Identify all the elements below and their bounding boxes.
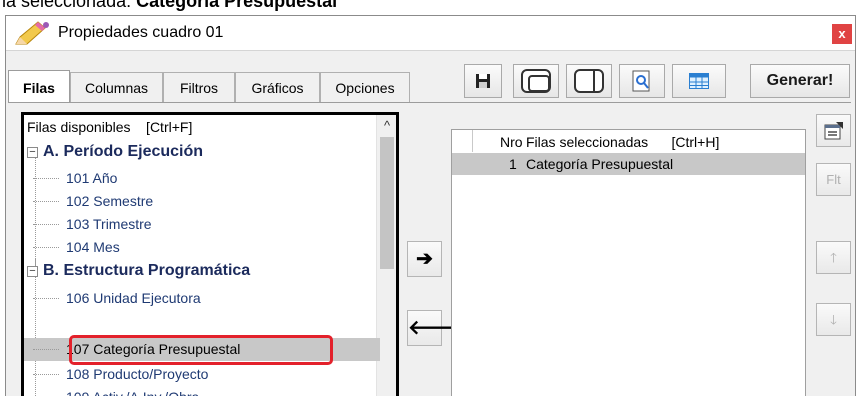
item-label: 104 Mes [66,239,120,255]
move-down-button[interactable]: 🡓 [816,303,851,336]
list-item[interactable]: 108 Producto/Proyecto [24,363,380,386]
available-rows-panel: Filas disponibles [Ctrl+F] ^ − A. Período… [21,112,399,396]
tab-graficos[interactable]: Gráficos [235,72,320,102]
row-nro: 1 [509,156,517,172]
available-header: Filas disponibles [Ctrl+F] [27,119,193,135]
group-estructura-programatica[interactable]: − B. Estructura Programática [27,262,250,286]
item-label: 109 Activ./A.Inv./Obra [66,386,199,396]
filter-button[interactable]: Flt [816,163,851,196]
save-icon [476,74,490,88]
list-item[interactable]: 102 Semestre [24,190,380,213]
close-button[interactable]: x [832,24,852,44]
list-item[interactable]: 106 Unidad Ejecutora [24,287,380,310]
tab-opciones[interactable]: Opciones [320,72,410,102]
remove-row-button[interactable]: 🡐 [407,310,462,346]
caption-bold: Categoría Presupuestal [136,0,338,11]
properties-button[interactable] [816,114,851,147]
list-item[interactable]: 109 Activ./A.Inv./Obra [24,386,380,396]
tab-columnas[interactable]: Columnas [70,72,163,102]
item-label: 103 Trimestre [66,216,152,232]
list-item[interactable]: 104 Mes [24,236,380,259]
title-bar: Propiedades cuadro 01 x [6,16,855,51]
item-label: 106 Unidad Ejecutora [66,290,201,306]
selected-rows-panel: Nro Filas seleccionadas [Ctrl+H] 1 Categ… [451,129,806,396]
tab-filtros[interactable]: Filtros [163,72,235,102]
table-grid-button[interactable] [672,64,726,98]
layout-side-icon [574,69,604,93]
item-label: 101 Año [66,170,118,186]
column-header-nro: Nro [500,134,523,150]
layout-top-icon [521,69,551,93]
collapse-icon[interactable]: − [27,266,38,277]
group-label: B. Estructura Programática [43,262,251,279]
scroll-up-icon[interactable]: ^ [377,115,396,135]
document-caption: la seleccionada: Categoría Presupuestal [0,0,861,12]
group-periodo-ejecucion[interactable]: − A. Período Ejecución [27,143,203,167]
properties-icon [824,122,843,140]
list-item[interactable]: 103 Trimestre [24,213,380,236]
selection-highlight-box [69,335,333,365]
scroll-thumb[interactable] [380,137,394,269]
save-button[interactable] [464,64,502,98]
pencil-app-icon [15,21,49,45]
collapse-icon[interactable]: − [27,147,38,158]
column-divider [472,130,473,152]
add-row-button[interactable]: ➔ [407,241,442,277]
table-row[interactable]: 1 Categoría Presupuestal [452,153,805,175]
preview-button[interactable] [619,64,665,98]
preview-icon [632,70,650,92]
caption-prefix: la seleccionada: [2,0,137,11]
list-item[interactable]: 101 Año [24,167,380,190]
move-up-button[interactable]: 🡑 [816,241,851,274]
generate-button[interactable]: Generar! [750,64,850,98]
tab-filas[interactable]: Filas [8,70,70,102]
group-label: A. Período Ejecución [43,143,204,160]
row-name: Categoría Presupuestal [526,156,674,172]
window-title: Propiedades cuadro 01 [58,24,224,41]
item-label: 102 Semestre [66,193,154,209]
tab-divider [8,102,851,103]
column-header-name: Filas seleccionadas [Ctrl+H] [526,134,720,150]
item-label: 108 Producto/Proyecto [66,366,209,382]
layout-top-button[interactable] [513,64,559,98]
layout-side-button[interactable] [566,64,612,98]
properties-window: Propiedades cuadro 01 x Filas Columnas F… [5,15,856,396]
table-grid-icon [689,73,709,89]
